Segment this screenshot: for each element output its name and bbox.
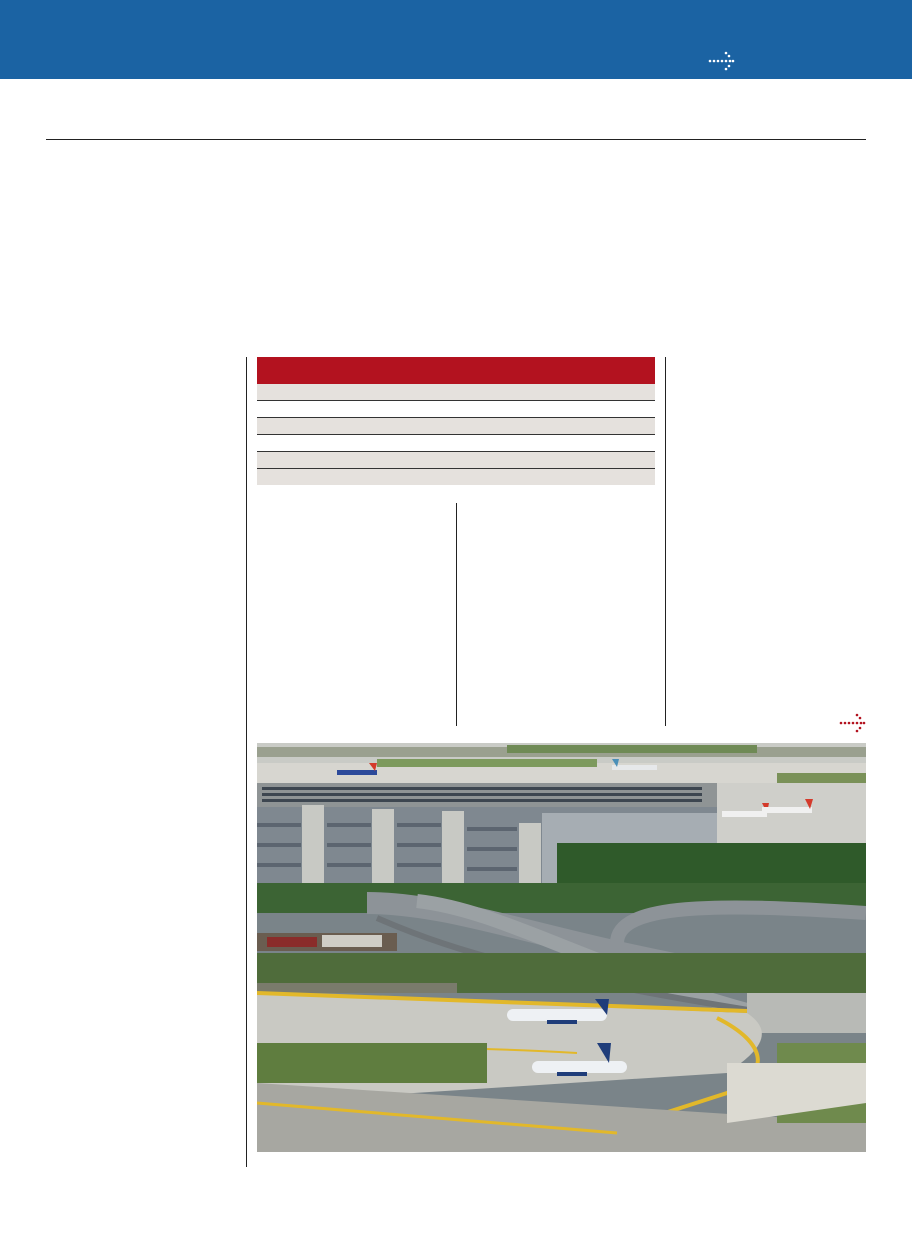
column-rule-left <box>246 357 247 1167</box>
table-row <box>257 400 655 417</box>
table-header <box>257 357 655 384</box>
section-divider <box>46 139 866 140</box>
airport-aerial-photo <box>257 743 866 1152</box>
continue-arrow-icon <box>839 713 866 733</box>
column-rule-right <box>665 357 666 726</box>
data-table <box>257 357 655 485</box>
column-rule-middle <box>456 503 457 726</box>
airport-aerial-illustration <box>257 743 866 1152</box>
dotted-arrow-right-icon <box>708 51 735 71</box>
table-row <box>257 384 655 400</box>
table-row <box>257 434 655 451</box>
table-row <box>257 417 655 434</box>
table-row <box>257 451 655 468</box>
header-banner <box>0 0 912 79</box>
table-row <box>257 468 655 485</box>
